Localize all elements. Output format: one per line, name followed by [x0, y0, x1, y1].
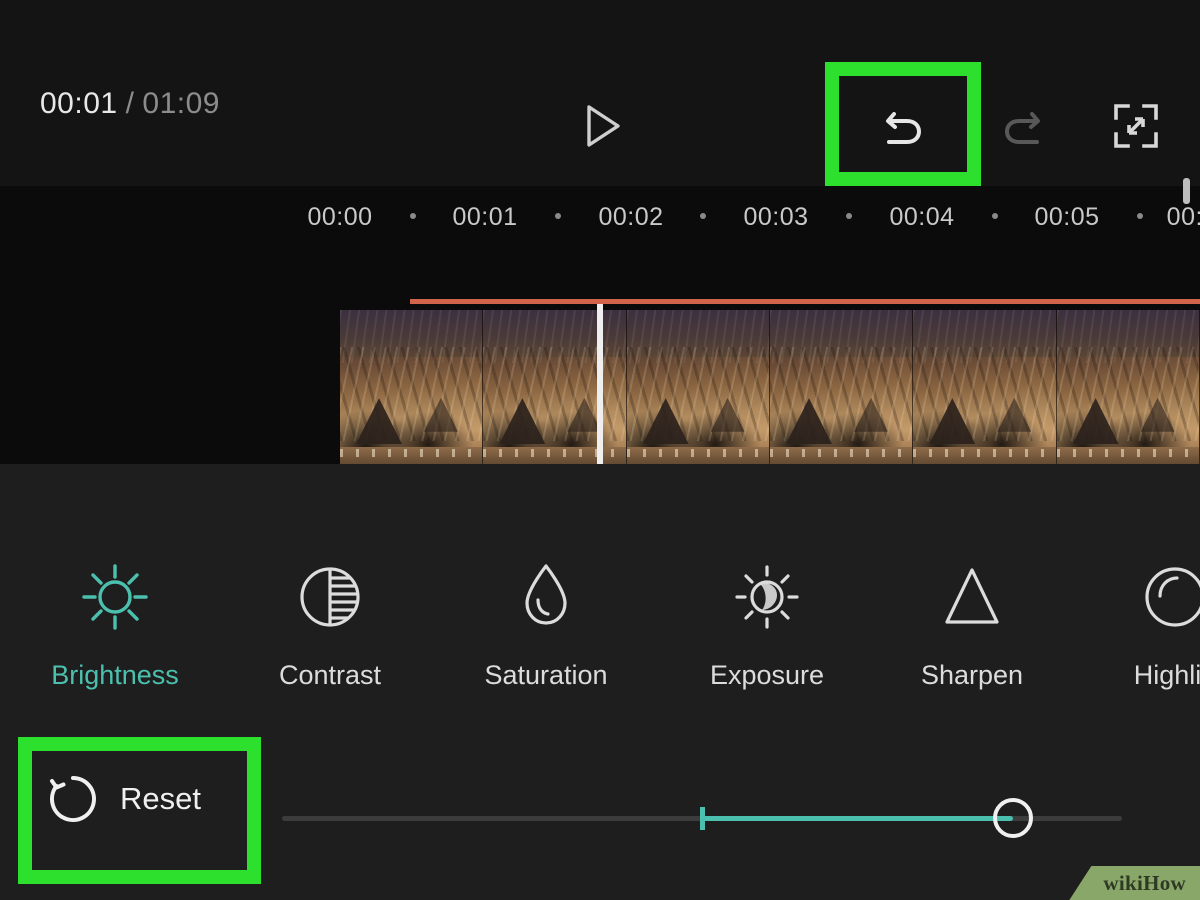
clip-thumbnail — [913, 310, 1056, 466]
clip-thumbnail — [483, 310, 626, 466]
clip-thumbnail — [770, 310, 913, 466]
redo-button[interactable] — [995, 98, 1051, 154]
ruler-tick-3: 00:03 — [743, 203, 808, 232]
ruler-tick-1: 00:01 — [452, 203, 517, 232]
sharpen-triangle-icon — [872, 558, 1072, 636]
fullscreen-icon — [1110, 100, 1162, 152]
adjust-item-highlight[interactable]: Highlig — [1075, 558, 1200, 691]
adjust-label: Brightness — [15, 660, 215, 691]
timeline-scroll-indicator[interactable] — [1183, 178, 1190, 204]
clip-selection-line — [410, 299, 1200, 304]
adjust-item-exposure[interactable]: Exposure — [667, 558, 867, 691]
brightness-sun-icon — [15, 558, 215, 636]
wikihow-watermark: wikiHow — [1069, 866, 1200, 900]
slider-center-tick — [700, 807, 705, 830]
slider-thumb[interactable] — [993, 798, 1033, 838]
adjust-label: Contrast — [230, 660, 430, 691]
timeline-ruler[interactable]: 00:00 00:01 00:02 00:03 00:04 00:05 00:0 — [0, 186, 1200, 246]
total-time: 01:09 — [142, 87, 220, 120]
current-time: 00:01 — [40, 87, 118, 120]
capcut-editor-screen: 00:01/01:09 — [0, 0, 1200, 900]
adjust-options-row[interactable]: Brightness Contrast — [0, 558, 1200, 718]
highlight-box-undo — [825, 62, 981, 186]
timeline-area[interactable]: 00:00 00:01 00:02 00:03 00:04 00:05 00:0 — [0, 186, 1200, 464]
ruler-dot — [1137, 213, 1143, 219]
exposure-sun-icon — [667, 558, 867, 636]
player-toolbar: 00:01/01:09 — [0, 0, 1200, 186]
clip-thumbnail — [340, 310, 483, 466]
ruler-tick-6: 00:0 — [1167, 203, 1200, 232]
ruler-tick-4: 00:04 — [889, 203, 954, 232]
adjust-label: Sharpen — [872, 660, 1072, 691]
highlight-circle-icon — [1075, 558, 1200, 636]
redo-icon — [995, 98, 1051, 154]
adjust-slider[interactable] — [282, 816, 1122, 822]
adjust-label: Exposure — [667, 660, 867, 691]
playhead[interactable] — [597, 304, 603, 470]
fullscreen-button[interactable] — [1110, 100, 1162, 152]
clip-thumbnail — [1057, 310, 1200, 466]
adjust-label: Highlig — [1075, 660, 1200, 691]
adjust-item-brightness[interactable]: Brightness — [15, 558, 215, 691]
contrast-half-circle-icon — [230, 558, 430, 636]
ruler-dot — [555, 213, 561, 219]
adjust-label: Saturation — [446, 660, 646, 691]
ruler-tick-0: 00:00 — [307, 203, 372, 232]
video-clip-track[interactable] — [340, 310, 1200, 466]
slider-fill — [702, 816, 1013, 821]
play-button[interactable] — [575, 100, 627, 152]
ruler-dot — [846, 213, 852, 219]
ruler-dot — [992, 213, 998, 219]
saturation-droplet-icon — [446, 558, 646, 636]
ruler-tick-5: 00:05 — [1034, 203, 1099, 232]
time-readout: 00:01/01:09 — [40, 87, 220, 121]
play-icon — [575, 100, 627, 152]
highlight-box-reset — [18, 737, 261, 884]
clip-thumbnail — [627, 310, 770, 466]
ruler-dot — [410, 213, 416, 219]
watermark-how: How — [1143, 871, 1186, 895]
adjust-item-sharpen[interactable]: Sharpen — [872, 558, 1072, 691]
ruler-tick-2: 00:02 — [598, 203, 663, 232]
ruler-dot — [700, 213, 706, 219]
adjust-item-saturation[interactable]: Saturation — [446, 558, 646, 691]
watermark-wiki: wiki — [1103, 871, 1143, 895]
adjust-item-contrast[interactable]: Contrast — [230, 558, 430, 691]
time-separator: / — [126, 87, 135, 120]
